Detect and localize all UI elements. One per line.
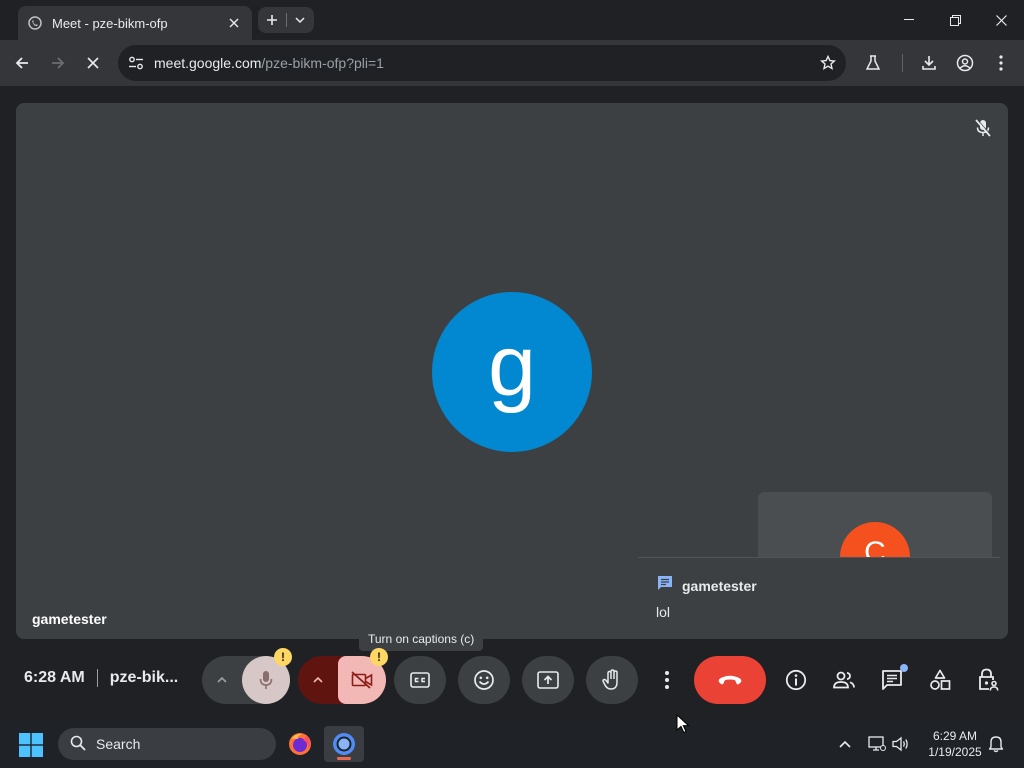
back-arrow-icon[interactable] bbox=[7, 48, 37, 78]
browser-tab-bar: Meet - pze-bikm-ofp bbox=[0, 0, 1024, 40]
chrome-icon bbox=[333, 733, 355, 755]
tab-title: Meet - pze-bikm-ofp bbox=[52, 15, 168, 31]
leave-call-button[interactable] bbox=[694, 656, 766, 704]
chat-notification-dot bbox=[900, 664, 908, 672]
microphone-button[interactable]: ! bbox=[242, 648, 292, 704]
windows-start-icon[interactable] bbox=[16, 730, 46, 760]
search-icon bbox=[70, 735, 86, 754]
mouse-cursor-icon bbox=[676, 713, 690, 739]
raise-hand-button[interactable] bbox=[586, 656, 638, 704]
mic-muted-icon bbox=[972, 117, 994, 139]
chat-bubble-icon bbox=[656, 574, 674, 597]
camera-off-icon bbox=[351, 671, 373, 689]
site-settings-icon[interactable] bbox=[118, 45, 154, 81]
video-options-chevron-icon[interactable] bbox=[298, 656, 338, 704]
divider bbox=[96, 669, 98, 687]
host-controls-button[interactable] bbox=[970, 662, 1006, 698]
chat-button[interactable] bbox=[874, 662, 910, 698]
people-button[interactable] bbox=[826, 662, 862, 698]
self-avatar: C bbox=[840, 522, 910, 562]
activities-button[interactable] bbox=[922, 662, 958, 698]
window-close-icon[interactable] bbox=[978, 0, 1024, 40]
clock-time: 6:29 AM bbox=[932, 729, 978, 743]
bookmark-star-icon[interactable] bbox=[810, 45, 846, 81]
emoji-smile-icon bbox=[474, 670, 494, 690]
microphone-icon bbox=[259, 671, 273, 689]
meet-page: g gametester C gametester lol Turn on ca… bbox=[0, 86, 1024, 720]
chat-notification-header: gametester bbox=[656, 574, 757, 597]
microphone-control-group: ! bbox=[202, 648, 292, 704]
separator bbox=[902, 54, 903, 72]
taskbar-firefox[interactable] bbox=[280, 726, 320, 762]
download-icon[interactable] bbox=[914, 48, 944, 78]
url-text[interactable]: meet.google.com/pze-bikm-ofp?pli=1 bbox=[154, 55, 810, 71]
network-icon[interactable] bbox=[865, 732, 889, 756]
browser-toolbar: meet.google.com/pze-bikm-ofp?pli=1 bbox=[0, 40, 1024, 86]
windows-taskbar: Search 6:29 AM 1/19/2025 bbox=[0, 720, 1024, 768]
restore-icon[interactable] bbox=[932, 0, 978, 40]
hang-up-icon bbox=[718, 675, 742, 685]
active-app-indicator bbox=[337, 757, 351, 760]
captions-icon bbox=[410, 672, 430, 688]
taskbar-chrome[interactable] bbox=[324, 726, 364, 762]
participant-avatar: g bbox=[432, 292, 592, 452]
chat-sender: gametester bbox=[682, 577, 757, 594]
more-vert-icon bbox=[665, 671, 669, 689]
self-view-tile[interactable]: C bbox=[758, 492, 992, 562]
more-options-button[interactable] bbox=[652, 656, 682, 704]
new-tab-group bbox=[258, 7, 314, 33]
labs-flask-icon[interactable] bbox=[858, 48, 888, 78]
current-time: 6:28 AM bbox=[24, 669, 85, 686]
mic-warning-badge: ! bbox=[274, 648, 292, 666]
camera-warning-badge: ! bbox=[370, 648, 388, 666]
present-screen-icon bbox=[537, 671, 559, 689]
search-placeholder: Search bbox=[96, 736, 141, 752]
chat-icon bbox=[882, 670, 902, 690]
browser-menu-icon[interactable] bbox=[986, 48, 1016, 78]
url-path: /pze-bikm-ofp?pli=1 bbox=[261, 55, 384, 71]
tray-overflow-chevron-icon[interactable] bbox=[833, 732, 857, 756]
tab-close-icon[interactable] bbox=[226, 15, 242, 31]
clock-date: 1/19/2025 bbox=[928, 745, 982, 759]
participant-name: gametester bbox=[32, 611, 107, 627]
address-bar[interactable]: meet.google.com/pze-bikm-ofp?pli=1 bbox=[118, 45, 846, 81]
camera-control-group: ! bbox=[298, 648, 388, 704]
firefox-icon bbox=[289, 733, 311, 755]
chat-message: lol bbox=[656, 604, 671, 620]
activities-shapes-icon bbox=[930, 669, 951, 690]
chat-notification[interactable]: gametester lol bbox=[638, 557, 1000, 639]
lock-person-icon bbox=[979, 668, 999, 691]
people-icon bbox=[833, 671, 855, 689]
volume-icon[interactable] bbox=[889, 732, 913, 756]
forward-arrow-icon[interactable] bbox=[43, 48, 73, 78]
tab-search-chevron-icon[interactable] bbox=[287, 7, 315, 33]
captions-button[interactable] bbox=[394, 656, 446, 704]
meeting-details-button[interactable] bbox=[778, 662, 814, 698]
emoji-reaction-button[interactable] bbox=[458, 656, 510, 704]
taskbar-search-box[interactable]: Search bbox=[58, 728, 276, 760]
new-tab-plus-icon[interactable] bbox=[258, 7, 286, 33]
stop-loading-icon[interactable] bbox=[78, 48, 108, 78]
audio-options-chevron-icon[interactable] bbox=[202, 656, 242, 704]
minimize-icon[interactable] bbox=[886, 0, 932, 40]
camera-button[interactable]: ! bbox=[338, 648, 388, 704]
browser-tab-meet[interactable]: Meet - pze-bikm-ofp bbox=[18, 6, 252, 40]
meeting-info-bar: 6:28 AM pze-bik... bbox=[24, 669, 178, 687]
meet-favicon-icon bbox=[28, 16, 42, 30]
profile-icon[interactable] bbox=[950, 48, 980, 78]
notification-bell-icon[interactable] bbox=[984, 732, 1008, 756]
raise-hand-icon bbox=[602, 669, 618, 690]
info-icon bbox=[785, 669, 807, 691]
url-host: meet.google.com bbox=[154, 55, 262, 71]
present-screen-button[interactable] bbox=[522, 656, 574, 704]
system-clock[interactable]: 6:29 AM 1/19/2025 bbox=[920, 728, 990, 760]
meeting-code: pze-bik... bbox=[109, 669, 179, 686]
